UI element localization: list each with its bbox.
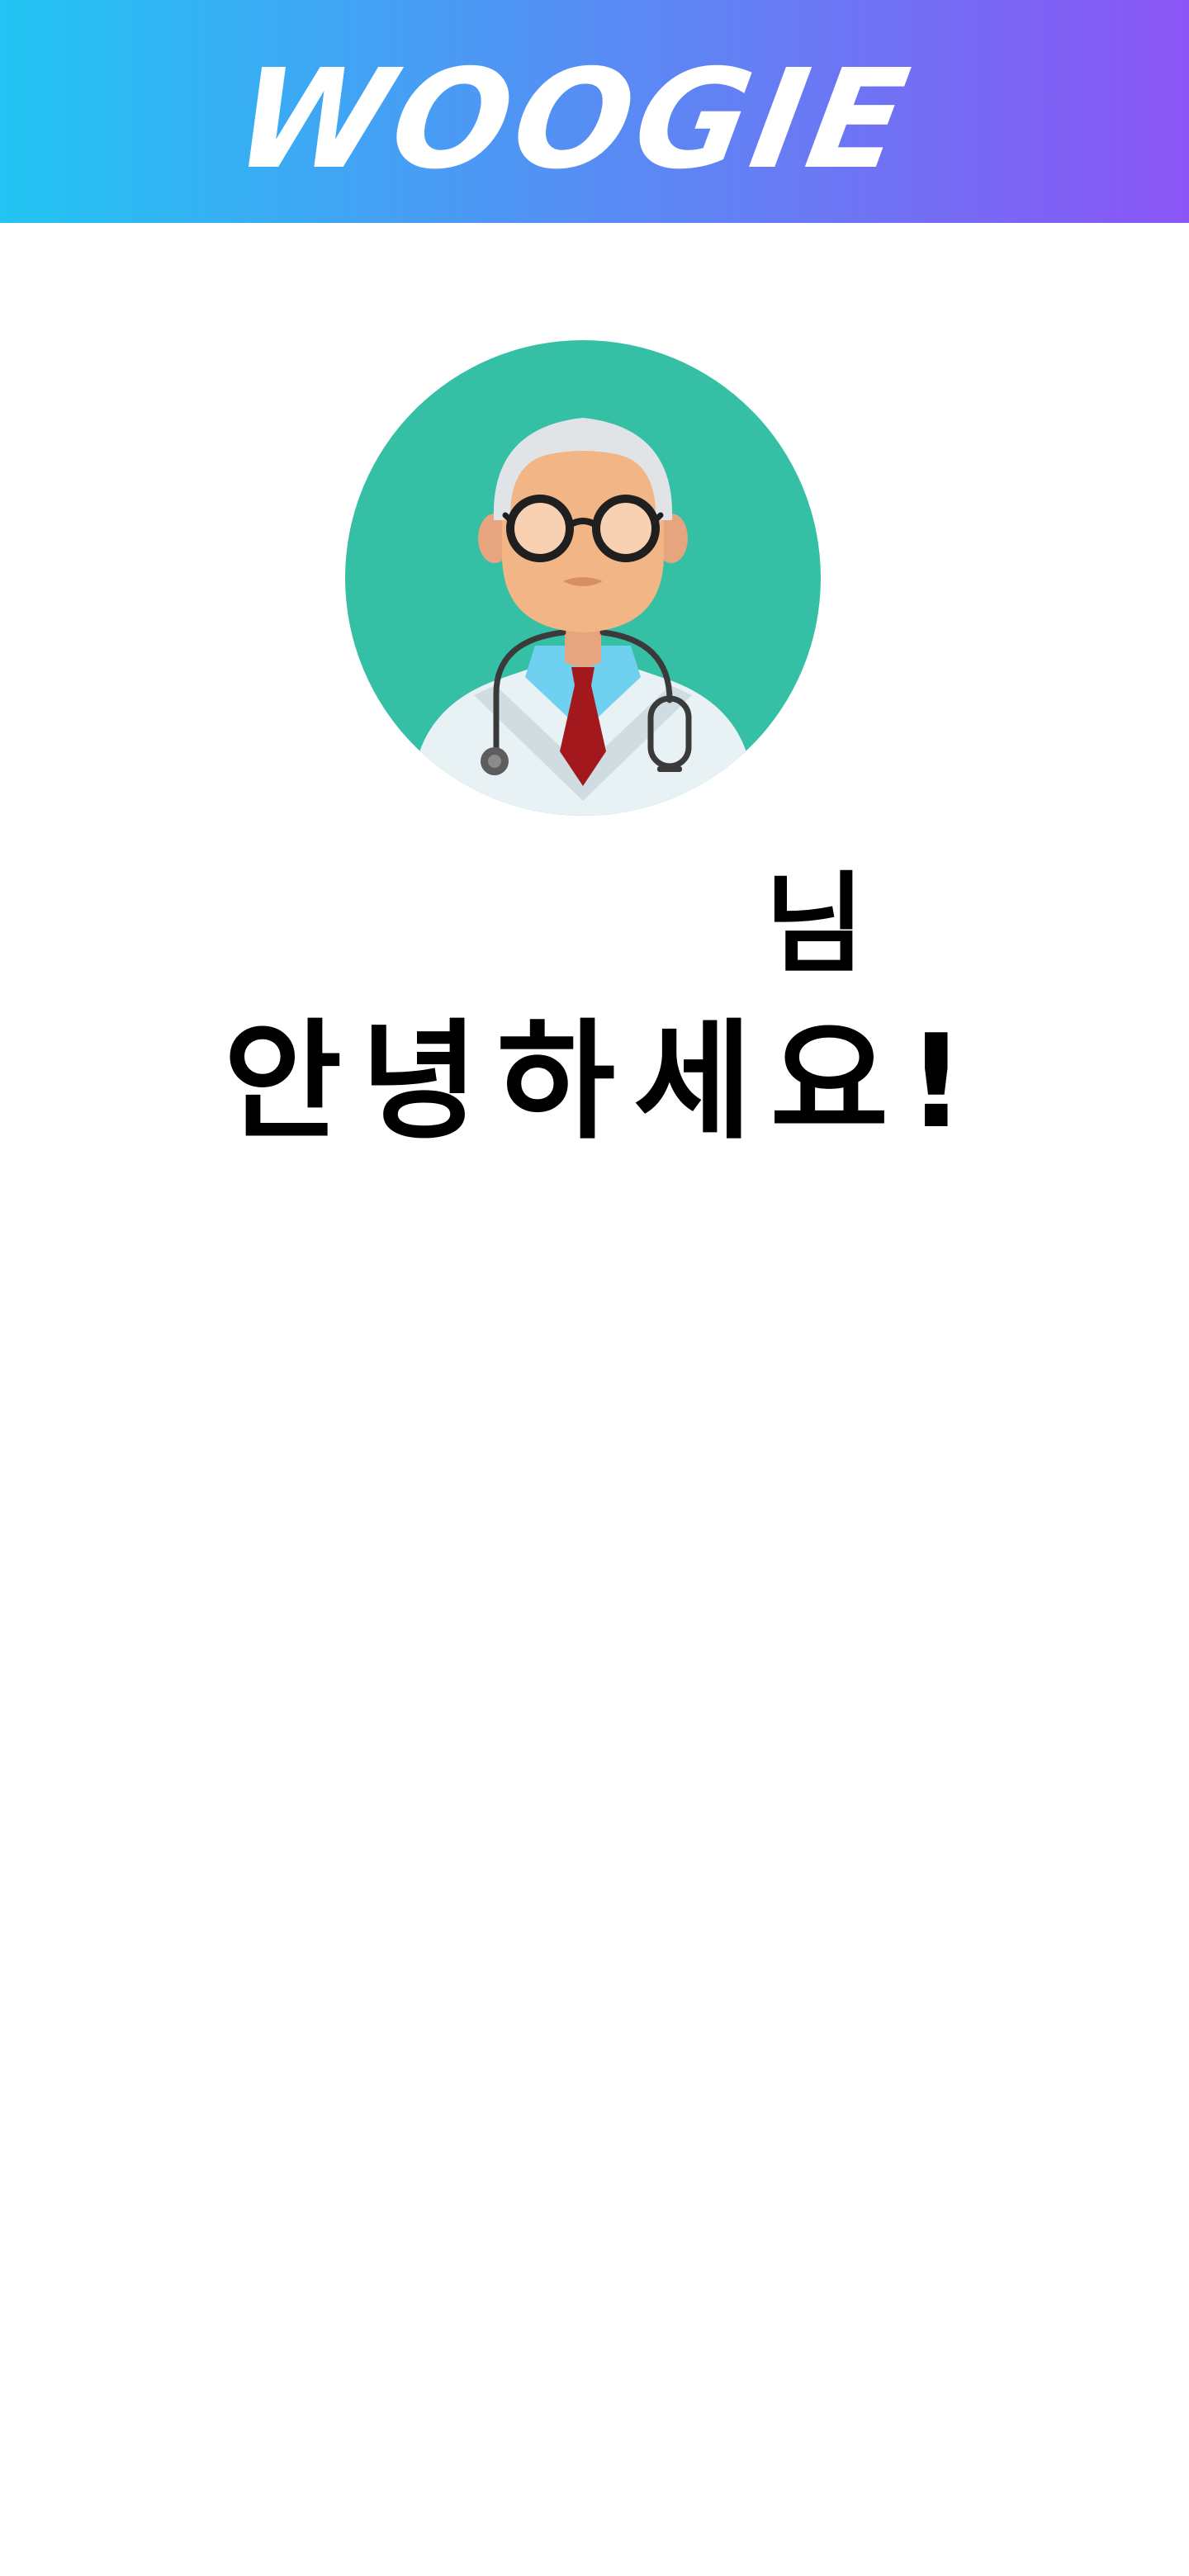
honorific-suffix: 님: [765, 861, 865, 988]
tie-knot: [571, 667, 594, 685]
glasses-left-lens: [506, 495, 574, 562]
user-name: [314, 859, 760, 991]
glasses-right-lens: [592, 495, 660, 562]
app-header: WOOGIE: [0, 0, 1189, 223]
main-screen: WOOGIE 님 안녕하세요!: [0, 0, 1189, 2576]
logo-text: WOOGIE: [224, 40, 923, 200]
doctor-avatar-icon: [345, 340, 821, 816]
user-name-line: 님: [0, 859, 1189, 991]
brand-logo: WOOGIE: [0, 0, 1189, 223]
greeting-text: 안녕하세요!: [223, 1006, 984, 1157]
